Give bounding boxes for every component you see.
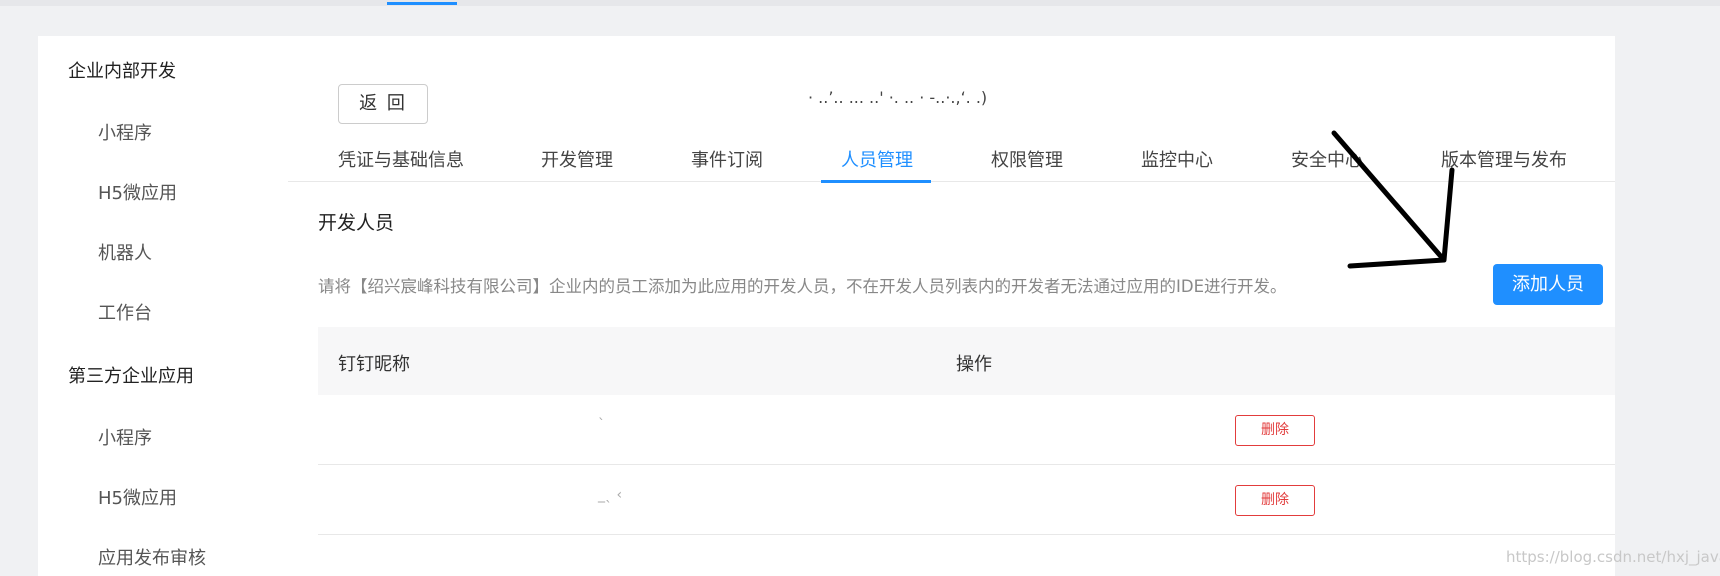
top-bar xyxy=(0,0,1720,6)
tab-permissions[interactable]: 权限管理 xyxy=(991,146,1063,172)
delete-button[interactable]: 删除 xyxy=(1235,415,1315,446)
active-tab-indicator xyxy=(821,180,931,183)
sidebar-item-tp-mini-program[interactable]: 小程序 xyxy=(98,424,152,450)
back-button[interactable]: 返 回 xyxy=(338,84,428,124)
tab-versions[interactable]: 版本管理与发布 xyxy=(1441,146,1567,172)
column-header-action: 操作 xyxy=(956,354,992,375)
table-row: ` 删除 xyxy=(318,395,1615,465)
sidebar-item-h5-app[interactable]: H5微应用 xyxy=(98,179,177,205)
tab-dev-management[interactable]: 开发管理 xyxy=(541,146,613,172)
section-title: 开发人员 xyxy=(318,212,395,234)
row-nickname: ` xyxy=(598,417,605,433)
tab-credentials[interactable]: 凭证与基础信息 xyxy=(338,146,464,172)
column-header-nickname: 钉钉昵称 xyxy=(338,354,410,375)
sidebar-group-third-party: 第三方企业应用 xyxy=(68,366,194,387)
sidebar: 企业内部开发 小程序 H5微应用 机器人 工作台 第三方企业应用 小程序 H5微… xyxy=(38,36,288,576)
tab-event-subscription[interactable]: 事件订阅 xyxy=(691,146,763,172)
top-nav-active-indicator xyxy=(387,2,457,5)
app-name: · ..’.. ... ..' ·. .. · -..·.,‘. .) xyxy=(808,88,988,107)
main-panel: 返 回 · ..’.. ... ..' ·. .. · -..·.,‘. .) … xyxy=(288,36,1615,576)
tab-monitoring[interactable]: 监控中心 xyxy=(1141,146,1213,172)
delete-button[interactable]: 删除 xyxy=(1235,485,1315,516)
sidebar-item-tp-h5-app[interactable]: H5微应用 xyxy=(98,484,177,510)
row-nickname: _ˎ ‹ xyxy=(598,487,623,503)
sidebar-item-robot[interactable]: 机器人 xyxy=(98,239,152,265)
watermark: https://blog.csdn.net/hxj_java xyxy=(1506,548,1720,566)
tab-personnel[interactable]: 人员管理 xyxy=(841,146,913,172)
tab-bar: 凭证与基础信息 开发管理 事件订阅 人员管理 权限管理 监控中心 安全中心 版本… xyxy=(288,132,1615,183)
section-hint: 请将【绍兴宸峰科技有限公司】企业内的员工添加为此应用的开发人员，不在开发人员列表… xyxy=(318,277,1287,296)
table-header: 钉钉昵称 操作 xyxy=(318,327,1615,395)
tab-security[interactable]: 安全中心 xyxy=(1291,146,1363,172)
developer-table: 钉钉昵称 操作 ` 删除 _ˎ ‹ 删除 xyxy=(318,327,1615,535)
add-member-button[interactable]: 添加人员 xyxy=(1493,264,1603,305)
sidebar-item-mini-program[interactable]: 小程序 xyxy=(98,119,152,145)
table-row: _ˎ ‹ 删除 xyxy=(318,465,1615,535)
sidebar-item-workbench[interactable]: 工作台 xyxy=(98,299,152,325)
sidebar-group-internal: 企业内部开发 xyxy=(68,61,176,82)
sidebar-item-publish-review[interactable]: 应用发布审核 xyxy=(98,544,206,570)
